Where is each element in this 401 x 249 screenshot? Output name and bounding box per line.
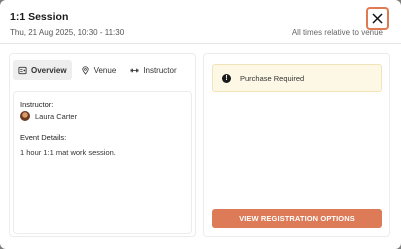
instructor-icon (130, 68, 139, 72)
exclamation-icon: ! (222, 73, 231, 83)
close-icon (372, 13, 383, 24)
event-details-text: 1 hour 1:1 mat work session. (20, 148, 116, 157)
location-pin-icon (81, 65, 89, 75)
tab-instructor[interactable]: Instructor (125, 60, 181, 80)
tab-venue[interactable]: Venue (76, 60, 122, 80)
event-details-label: Event Details: (20, 133, 67, 142)
tab-overview-label: Overview (31, 65, 67, 75)
modal-header: 1:1 Session Thu, 21 Aug 2025, 10:30 - 11… (0, 0, 401, 44)
tab-venue-label: Venue (93, 65, 117, 75)
tab-instructor-label: Instructor (143, 65, 177, 75)
close-button[interactable] (366, 7, 389, 30)
instructor-name: Laura Carter (35, 111, 78, 121)
overview-card: Instructor: Laura Carter Event Details: … (13, 91, 192, 234)
session-datetime: Thu, 21 Aug 2025, 10:30 - 11:30 (10, 28, 125, 37)
instructor-label: Instructor: (20, 100, 54, 109)
details-panel: Overview Venue Instructor Instructor: La… (9, 53, 196, 237)
avatar (20, 111, 30, 121)
purchase-alert: ! Purchase Required (212, 64, 382, 92)
view-registration-options-button[interactable]: VIEW REGISTRATION OPTIONS (212, 209, 382, 228)
alert-text: Purchase Required (240, 73, 305, 83)
session-modal: 1:1 Session Thu, 21 Aug 2025, 10:30 - 11… (0, 0, 401, 249)
overview-icon (18, 66, 27, 74)
tab-overview[interactable]: Overview (13, 60, 72, 80)
instructor-row[interactable]: Laura Carter (20, 111, 77, 121)
purchase-panel: ! Purchase Required VIEW REGISTRATION OP… (203, 53, 390, 237)
session-title: 1:1 Session (10, 11, 69, 23)
detail-tabs: Overview Venue Instructor (13, 58, 192, 82)
